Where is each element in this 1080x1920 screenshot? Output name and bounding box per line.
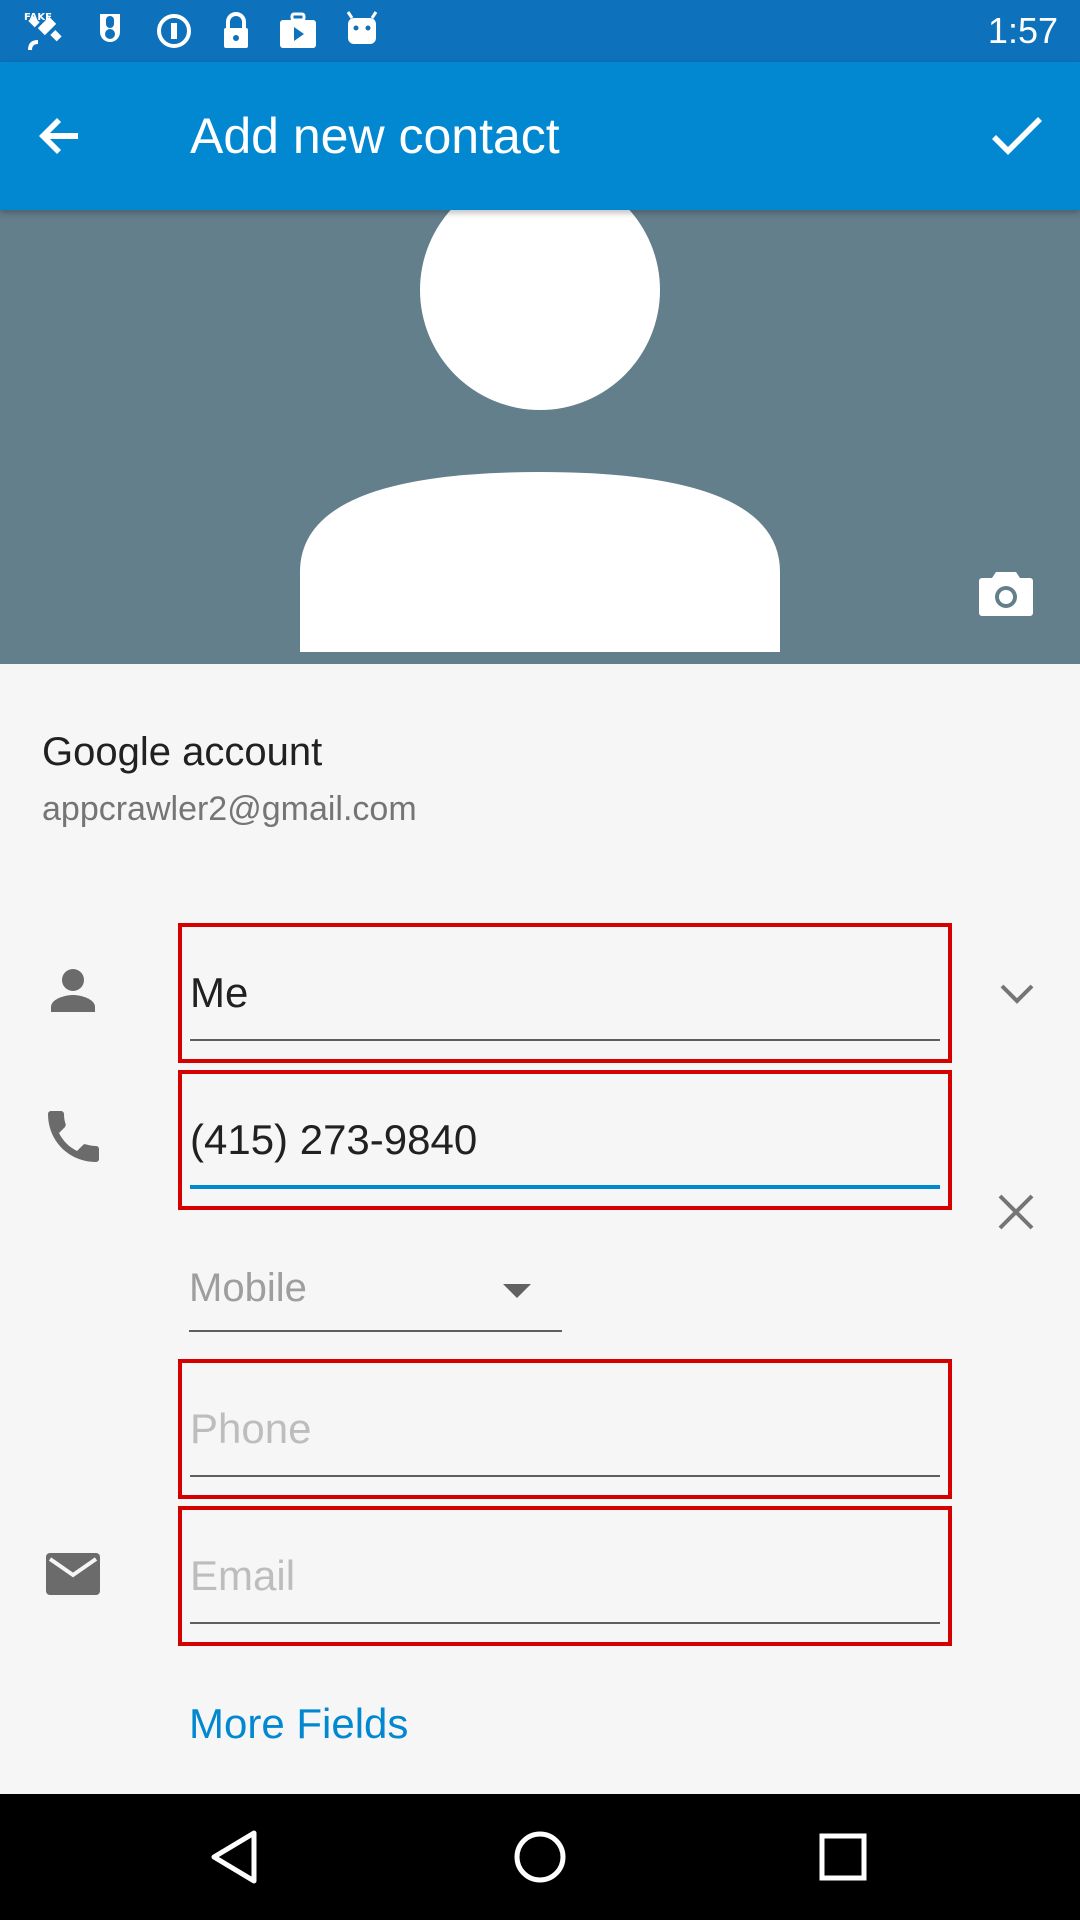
recents-nav-icon[interactable] xyxy=(803,1817,883,1897)
close-icon[interactable] xyxy=(990,1186,1042,1238)
person-icon xyxy=(42,960,104,1022)
fake-gps-icon: FAKE xyxy=(22,8,70,54)
name-input[interactable]: Me xyxy=(190,965,940,1021)
phone-type-dropdown[interactable]: Mobile xyxy=(189,1250,562,1332)
phone-type-underline xyxy=(189,1330,562,1332)
app-toolbar: Add new contact xyxy=(0,62,1080,210)
avatar-placeholder-icon xyxy=(300,210,780,652)
check-icon[interactable] xyxy=(986,106,1048,168)
android-icon xyxy=(338,8,386,54)
phone-icon xyxy=(42,1106,104,1168)
phone-extra-input[interactable]: Phone xyxy=(190,1401,940,1457)
page-title: Add new contact xyxy=(190,108,560,164)
email-input[interactable]: Email xyxy=(190,1548,940,1604)
contact-photo[interactable] xyxy=(0,210,1080,664)
phone-underline xyxy=(190,1185,940,1189)
phone-field[interactable]: (415) 273-9840 xyxy=(178,1070,952,1210)
back-nav-icon[interactable] xyxy=(196,1817,276,1897)
svg-text:FAKE: FAKE xyxy=(24,12,52,23)
email-icon xyxy=(42,1543,104,1605)
name-underline xyxy=(190,1039,940,1041)
pocket-icon xyxy=(86,8,134,54)
arrow-back-icon[interactable] xyxy=(30,106,90,166)
more-fields-button[interactable]: More Fields xyxy=(189,1694,408,1754)
lock-icon xyxy=(212,8,260,54)
info-circle-icon xyxy=(150,8,198,54)
email-field[interactable]: Email xyxy=(178,1506,952,1646)
status-bar: FAKE 1:57 xyxy=(0,0,1080,62)
phone-input[interactable]: (415) 273-9840 xyxy=(190,1112,940,1168)
phone-extra-field[interactable]: Phone xyxy=(178,1359,952,1499)
chevron-down-icon[interactable] xyxy=(994,970,1040,1016)
phone-extra-underline xyxy=(190,1475,940,1477)
dropdown-arrow-icon xyxy=(493,1272,541,1308)
camera-icon[interactable] xyxy=(976,562,1036,622)
account-email: appcrawler2@gmail.com xyxy=(42,790,417,828)
home-nav-icon[interactable] xyxy=(500,1817,580,1897)
name-field[interactable]: Me xyxy=(178,923,952,1063)
navigation-bar xyxy=(0,1794,1080,1920)
briefcase-play-icon xyxy=(274,8,322,54)
phone-type-value: Mobile xyxy=(189,1266,307,1310)
account-type-label: Google account xyxy=(42,730,323,774)
status-time: 1:57 xyxy=(987,10,1058,51)
email-underline xyxy=(190,1622,940,1624)
